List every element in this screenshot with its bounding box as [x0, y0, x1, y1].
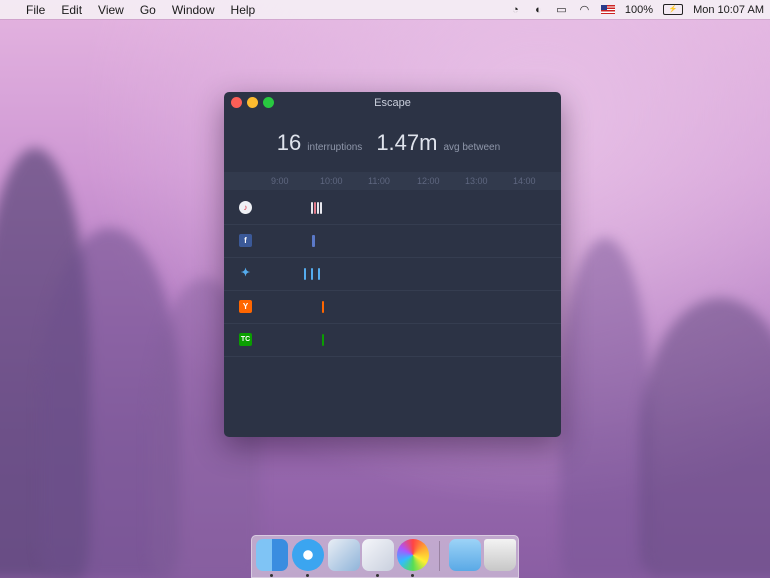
app-row-techcrunch[interactable]: TC — [224, 324, 561, 357]
battery-percentage[interactable]: 100% — [625, 4, 653, 16]
facebook-icon: f — [239, 234, 252, 247]
app-row-hacker-news[interactable]: Y — [224, 291, 561, 324]
safari-icon[interactable] — [292, 539, 324, 571]
tick-label: 9:00 — [271, 176, 289, 186]
interruption-mark — [322, 301, 324, 313]
interruption-mark — [320, 202, 322, 214]
menu-help[interactable]: Help — [231, 3, 256, 17]
app-row-itunes[interactable]: ♪ — [224, 192, 561, 225]
wifi-icon[interactable]: ◠ — [578, 4, 591, 16]
tick-label: 13:00 — [465, 176, 488, 186]
running-indicator — [306, 574, 309, 577]
tick-label: 10:00 — [320, 176, 343, 186]
running-indicator — [411, 574, 414, 577]
timeline-header: 9:00 10:00 11:00 12:00 13:00 14:00 — [224, 172, 561, 190]
tick-label: 11:00 — [368, 176, 390, 186]
twitter-icon: ✦ — [240, 267, 251, 279]
interruption-mark — [314, 202, 316, 214]
airplay-icon[interactable]: ▭ — [555, 4, 568, 16]
running-indicator — [270, 574, 273, 577]
menu-file[interactable]: File — [26, 3, 45, 17]
interruption-mark — [322, 334, 324, 346]
tick-label: 12:00 — [417, 176, 440, 186]
finder-icon[interactable] — [256, 539, 288, 571]
techcrunch-icon: TC — [239, 333, 252, 346]
interruption-mark — [311, 268, 313, 280]
menu-window[interactable]: Window — [172, 3, 215, 17]
avg-between-value: 1.47m — [376, 130, 438, 155]
input-source-flag-icon[interactable] — [600, 5, 615, 14]
interruption-mark — [318, 268, 320, 280]
escape-window: Escape 16 interruptions 1.47m avg betwee… — [224, 92, 561, 437]
photos-icon[interactable] — [397, 539, 429, 571]
interruption-mark — [317, 202, 319, 214]
battery-icon[interactable]: ⚡ — [663, 4, 684, 15]
interruption-mark — [312, 235, 315, 247]
avg-between-label: avg between — [443, 142, 501, 153]
menu-view[interactable]: View — [98, 3, 124, 17]
tick-label: 14:00 — [513, 176, 536, 186]
folder-icon[interactable] — [449, 539, 481, 571]
running-indicator — [376, 574, 379, 577]
dock-separator — [439, 541, 440, 571]
menu-bar: File Edit View Go Window Help ◔ ◐ ▭ ◠ 10… — [0, 0, 770, 19]
interruption-mark — [311, 202, 313, 214]
status-app-icon[interactable]: ◐ — [532, 4, 545, 16]
hacker-news-icon: Y — [239, 300, 252, 313]
preview-icon[interactable] — [328, 539, 360, 571]
interruptions-count: 16 — [276, 130, 302, 155]
escape-app-icon[interactable] — [362, 539, 394, 571]
menu-clock[interactable]: Mon 10:07 AM — [693, 4, 764, 16]
menu-edit[interactable]: Edit — [61, 3, 82, 17]
stats-summary: 16 interruptions 1.47m avg between — [224, 130, 561, 160]
background-tree — [640, 298, 770, 578]
title-bar[interactable]: Escape — [224, 92, 561, 114]
trash-icon[interactable] — [484, 539, 516, 571]
window-title: Escape — [374, 97, 411, 109]
escape-status-icon[interactable]: ◔ — [509, 4, 522, 16]
interruption-mark — [304, 268, 306, 280]
app-row-twitter[interactable]: ✦ — [224, 258, 561, 291]
interruptions-label: interruptions — [307, 142, 363, 153]
background-tree — [560, 238, 650, 578]
itunes-icon: ♪ — [239, 201, 252, 214]
menu-go[interactable]: Go — [140, 3, 156, 17]
dock — [251, 535, 519, 578]
app-row-facebook[interactable]: f — [224, 225, 561, 258]
